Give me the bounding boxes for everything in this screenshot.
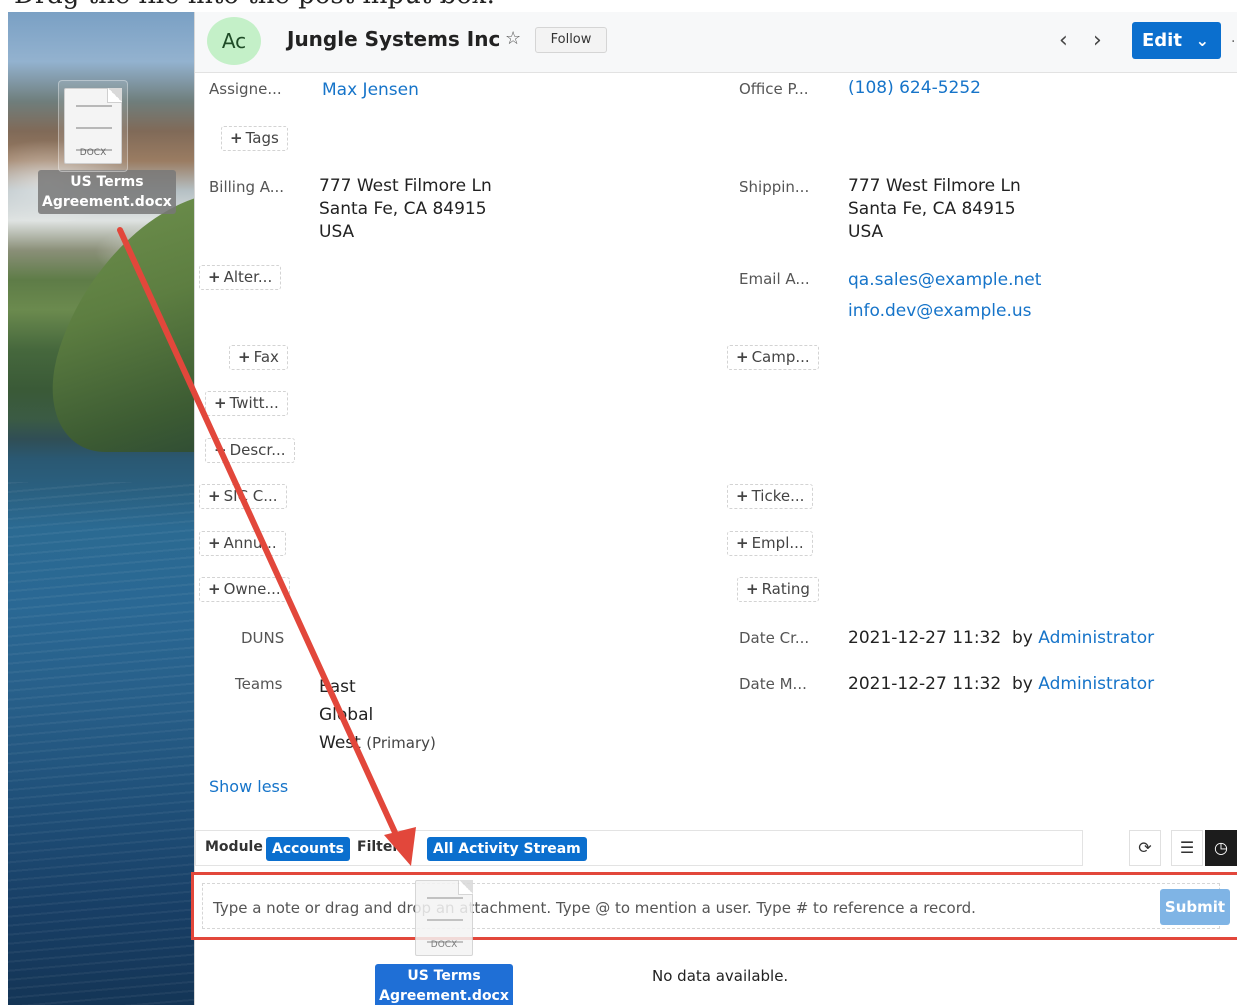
activity-filter-bar: Module Accounts Filter ⌄ All Activity St… — [195, 830, 1083, 866]
teams-label: Teams — [235, 675, 283, 693]
date-created-value: 2021-12-27 11:32 by Administrator — [848, 628, 1155, 648]
list-view-icon[interactable]: ☰ — [1171, 830, 1203, 866]
desktop-file-name: US Terms Agreement.docx — [38, 170, 176, 214]
chevron-down-icon[interactable]: ⌄ — [400, 839, 412, 855]
billing-address-label: Billing A... — [209, 178, 285, 196]
add-ticker-button[interactable]: + Ticke... — [727, 484, 814, 509]
email-link-primary[interactable]: qa.sales@example.net — [848, 269, 1041, 292]
add-ownership-button[interactable]: + Owne... — [199, 577, 290, 602]
crm-record-view: Ac Jungle Systems Inc ☆ Follow ‹ › Edit … — [191, 12, 1237, 1005]
edit-button[interactable]: Edit ⌄ — [1132, 22, 1221, 59]
assigned-user-label: Assigne... — [209, 80, 282, 98]
add-twitter-button[interactable]: + Twitt... — [205, 391, 288, 416]
add-employees-button[interactable]: + Empl... — [727, 531, 813, 556]
docx-file-icon: DOCX — [415, 880, 473, 956]
created-by-user-link[interactable]: Administrator — [1038, 628, 1154, 648]
record-header: Ac Jungle Systems Inc ☆ Follow ‹ › Edit … — [195, 12, 1237, 73]
empty-state-text: No data available. — [652, 967, 789, 985]
add-campaign-button[interactable]: + Camp... — [727, 345, 819, 370]
chevron-down-icon[interactable]: ⌄ — [1196, 22, 1209, 59]
add-rating-button[interactable]: + Rating — [737, 577, 819, 602]
module-label: Module — [205, 839, 263, 855]
record-title: Jungle Systems Inc — [287, 27, 501, 51]
email-link-secondary[interactable]: info.dev@example.us — [848, 300, 1032, 323]
show-less-link[interactable]: Show less — [209, 777, 288, 796]
docx-file-icon: DOCX — [64, 88, 122, 164]
filter-label[interactable]: Filter — [357, 839, 399, 855]
billing-address-value: 777 West Filmore Ln Santa Fe, CA 84915 U… — [319, 176, 492, 242]
teams-value: East Global West (Primary) — [319, 677, 436, 753]
refresh-icon[interactable]: ⟳ — [1129, 830, 1161, 866]
office-phone-label: Office P... — [739, 80, 809, 98]
module-pill[interactable]: Accounts — [266, 837, 351, 861]
add-annual-revenue-button[interactable]: + Annu... — [199, 531, 286, 556]
date-created-label: Date Cr... — [739, 629, 810, 647]
note-input[interactable]: Type a note or drag and drop an attachme… — [202, 883, 1220, 929]
add-fax-button[interactable]: + Fax — [229, 345, 288, 370]
assigned-user-link[interactable]: Max Jensen — [322, 79, 419, 102]
add-description-button[interactable]: + Descr... — [205, 438, 295, 463]
modified-by-user-link[interactable]: Administrator — [1038, 674, 1154, 694]
shipping-address-value: 777 West Filmore Ln Santa Fe, CA 84915 U… — [848, 176, 1021, 242]
more-icon[interactable]: · — [1231, 34, 1237, 50]
chevron-right-icon[interactable]: › — [1093, 28, 1102, 53]
add-tags-button[interactable]: + Tags — [221, 126, 288, 151]
office-phone-link[interactable]: (108) 624-5252 — [848, 77, 981, 100]
add-alternate-address-button[interactable]: + Alter... — [199, 265, 282, 290]
clock-icon[interactable]: ◷ — [1205, 830, 1237, 866]
follow-button[interactable]: Follow — [535, 27, 607, 53]
date-modified-label: Date M... — [739, 675, 807, 693]
filter-pill[interactable]: All Activity Stream — [427, 837, 587, 861]
submit-button[interactable]: Submit — [1160, 889, 1230, 925]
tutorial-caption: Drag the file into the post input box. — [0, 0, 1237, 12]
add-sic-code-button[interactable]: + SIC C... — [199, 484, 287, 509]
note-composer: Type a note or drag and drop an attachme… — [191, 872, 1237, 940]
desktop-file-icon[interactable]: DOCX US Terms Agreement.docx — [38, 80, 176, 214]
date-modified-value: 2021-12-27 11:32 by Administrator — [848, 674, 1155, 694]
chevron-left-icon[interactable]: ‹ — [1059, 28, 1068, 53]
dragged-file-name: US Terms Agreement.docx — [375, 964, 513, 1005]
email-address-label: Email A... — [739, 270, 810, 288]
dragged-file-icon[interactable]: DOCX US Terms Agreement.docx — [374, 880, 514, 1005]
duns-label: DUNS — [241, 629, 285, 647]
favorite-star-icon[interactable]: ☆ — [505, 28, 521, 49]
shipping-address-label: Shippin... — [739, 178, 810, 196]
account-avatar: Ac — [207, 17, 261, 65]
